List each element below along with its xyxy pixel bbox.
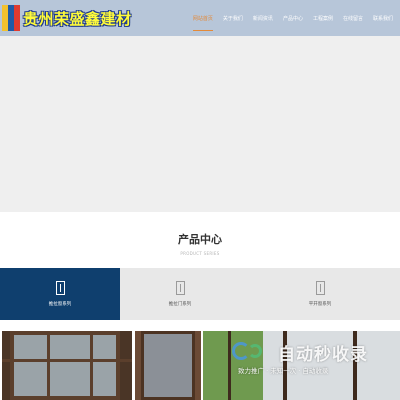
- section-subtitle: PRODUCT SERIES: [180, 251, 220, 256]
- product-series-tabs: 推拉窗系列 推拉门系列 平开窗系列: [0, 268, 400, 320]
- window-transom: [2, 359, 132, 362]
- door-pane: [141, 331, 195, 400]
- watermark-overlay: 自动秒收录 致力推广 · 未知一次 · 自动收录: [230, 340, 390, 380]
- nav-item-cases[interactable]: 工程案例: [308, 0, 338, 36]
- section-title: 产品中心: [178, 233, 222, 246]
- header: 贵州荣盛鑫建材 网站首页 关于我们 新闻资讯 产品中心 工程案例 在线留言 联系…: [0, 0, 400, 36]
- main-nav: 网站首页 关于我们 新闻资讯 产品中心 工程案例 在线留言 联系我们: [188, 0, 398, 36]
- site-logo[interactable]: 贵州荣盛鑫建材: [2, 3, 132, 33]
- nav-item-news[interactable]: 新闻资讯: [248, 0, 278, 36]
- nav-item-home[interactable]: 网站首页: [188, 0, 218, 36]
- series-label: 推拉窗系列: [48, 302, 72, 307]
- hero-banner: [0, 36, 400, 212]
- nav-item-message[interactable]: 在线留言: [338, 0, 368, 36]
- window-icon: [55, 281, 65, 295]
- watermark-subtitle: 致力推广 · 未知一次 · 自动收录: [238, 367, 329, 375]
- series-tab-sliding-window[interactable]: 推拉窗系列: [0, 268, 120, 320]
- nav-item-products[interactable]: 产品中心: [278, 0, 308, 36]
- product-image-sliding-door[interactable]: [135, 331, 201, 400]
- series-label: 平开窗系列: [308, 302, 332, 307]
- window-frame: [10, 331, 120, 400]
- watermark-logo-icon: [230, 340, 270, 362]
- series-tab-casement-window[interactable]: 平开窗系列: [240, 268, 400, 320]
- logo-text: 贵州荣盛鑫建材: [23, 9, 132, 28]
- window-icon: [315, 281, 325, 295]
- logo-mark-icon: [2, 5, 20, 31]
- series-label: 推拉门系列: [168, 302, 192, 307]
- window-mullion: [90, 331, 93, 400]
- window-mullion: [47, 331, 50, 400]
- watermark-title: 自动秒收录: [278, 345, 368, 365]
- nav-item-contact[interactable]: 联系我们: [368, 0, 398, 36]
- nav-item-about[interactable]: 关于我们: [218, 0, 248, 36]
- watermark-ring-green: [248, 344, 262, 358]
- product-image-sliding-window[interactable]: [2, 331, 132, 400]
- door-icon: [175, 281, 185, 295]
- logo-bar-red: [14, 5, 20, 31]
- series-tab-sliding-door[interactable]: 推拉门系列: [120, 268, 240, 320]
